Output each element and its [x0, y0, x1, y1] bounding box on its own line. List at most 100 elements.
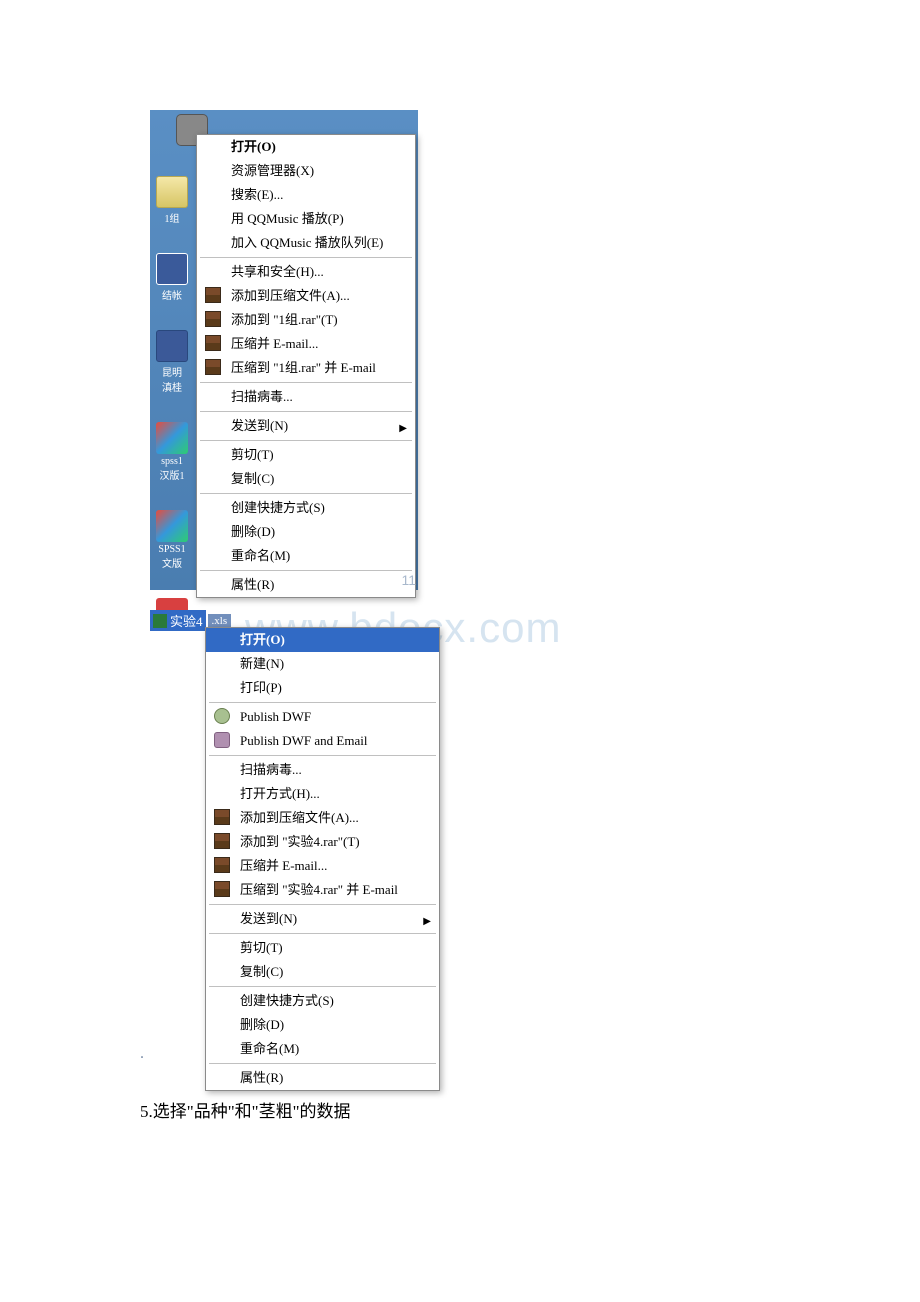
menu2-scan-virus[interactable]: 扫描病毒... [206, 758, 439, 782]
page-content: 1组 结帐 昆明 滇桂 spss1 汉版1 SPSS1 文版 [0, 0, 920, 1122]
menu-scan-virus[interactable]: 扫描病毒... [197, 385, 415, 409]
menu2-add-to-rar[interactable]: 添加到 "实验4.rar"(T) [206, 830, 439, 854]
menu2-create-shortcut[interactable]: 创建快捷方式(S) [206, 989, 439, 1013]
context-menu-2: 打开(O) 新建(N) 打印(P) Publish DWF Publish DW… [205, 627, 440, 1091]
menu2-properties[interactable]: 属性(R) [206, 1066, 439, 1090]
menu2-publish-dwf[interactable]: Publish DWF [206, 705, 439, 729]
dwf-icon [214, 708, 230, 724]
menu-delete[interactable]: 删除(D) [197, 520, 415, 544]
folder-label: 1组 [165, 210, 180, 225]
menu2-send-to[interactable]: 发送到(N) ▶ [206, 907, 439, 931]
menu-qqmusic-queue[interactable]: 加入 QQMusic 播放队列(E) [197, 231, 415, 255]
spss-label-2: SPSS1 文版 [158, 544, 185, 570]
menu2-publish-dwf-email[interactable]: Publish DWF and Email [206, 729, 439, 753]
rar-icon [214, 809, 230, 825]
spss-label-1: spss1 汉版1 [160, 456, 185, 482]
menu-explorer[interactable]: 资源管理器(X) [197, 159, 415, 183]
menu-separator [209, 904, 436, 905]
menu-separator [200, 382, 412, 383]
menu2-cut[interactable]: 剪切(T) [206, 936, 439, 960]
menu-compress-email-label: 压缩并 E-mail... [231, 336, 318, 351]
menu2-publish-dwf-email-label: Publish DWF and Email [240, 733, 367, 748]
menu2-copy[interactable]: 复制(C) [206, 960, 439, 984]
menu2-open[interactable]: 打开(O) [206, 628, 439, 652]
spss-desktop-icon-1[interactable]: spss1 汉版1 [152, 422, 192, 482]
folder-icon [156, 176, 188, 208]
menu-compress-to-email[interactable]: 压缩到 "1组.rar" 并 E-mail [197, 356, 415, 380]
menu2-add-to-rar-label: 添加到 "实验4.rar"(T) [240, 834, 360, 849]
menu-add-archive[interactable]: 添加到压缩文件(A)... [197, 284, 415, 308]
menu-rename[interactable]: 重命名(M) [197, 544, 415, 568]
menu2-compress-to-email[interactable]: 压缩到 "实验4.rar" 并 E-mail [206, 878, 439, 902]
menu2-add-archive[interactable]: 添加到压缩文件(A)... [206, 806, 439, 830]
menu-separator [209, 755, 436, 756]
menu2-send-to-label: 发送到(N) [240, 911, 297, 926]
menu2-add-archive-label: 添加到压缩文件(A)... [240, 810, 359, 825]
menu2-compress-email-label: 压缩并 E-mail... [240, 858, 327, 873]
menu2-open-with[interactable]: 打开方式(H)... [206, 782, 439, 806]
folder-desktop-icon[interactable]: 1组 [152, 176, 192, 225]
dwf-email-icon [214, 732, 230, 748]
menu-send-to[interactable]: 发送到(N) ▶ [197, 414, 415, 438]
menu-compress-email[interactable]: 压缩并 E-mail... [197, 332, 415, 356]
menu2-compress-email[interactable]: 压缩并 E-mail... [206, 854, 439, 878]
menu-separator [200, 570, 412, 571]
menu-share[interactable]: 共享和安全(H)... [197, 260, 415, 284]
menu2-print[interactable]: 打印(P) [206, 676, 439, 700]
menu-qqmusic-play[interactable]: 用 QQMusic 播放(P) [197, 207, 415, 231]
rar-icon [205, 311, 221, 327]
menu-properties[interactable]: 属性(R) [197, 573, 415, 597]
stats-icon-2 [156, 510, 188, 542]
menu-copy[interactable]: 复制(C) [197, 467, 415, 491]
spss-desktop-icon-2[interactable]: SPSS1 文版 [152, 510, 192, 570]
menu-separator [209, 702, 436, 703]
xls-icon [153, 614, 167, 628]
menu2-compress-to-email-label: 压缩到 "实验4.rar" 并 E-mail [240, 882, 398, 897]
rar-icon [205, 287, 221, 303]
shortcut-label: 结帐 [162, 287, 182, 302]
rar-icon [214, 881, 230, 897]
submenu-arrow-icon: ▶ [399, 420, 407, 438]
stats-icon [156, 422, 188, 454]
menu2-new[interactable]: 新建(N) [206, 652, 439, 676]
submenu-arrow-icon: ▶ [423, 913, 431, 931]
context-menu-1: 打开(O) 资源管理器(X) 搜索(E)... 用 QQMusic 播放(P) … [196, 134, 416, 598]
word-label: 昆明 滇桂 [162, 364, 182, 394]
menu2-rename[interactable]: 重命名(M) [206, 1037, 439, 1061]
rar-icon [214, 857, 230, 873]
instruction-text: 5.选择"品种"和"茎粗"的数据 [140, 1097, 920, 1122]
word-desktop-icon[interactable]: 昆明 滇桂 [152, 330, 192, 394]
file-name: 实验4 [170, 611, 203, 630]
word-icon [156, 330, 188, 362]
camera-icon-row [152, 114, 192, 148]
menu2-delete[interactable]: 删除(D) [206, 1013, 439, 1037]
menu-separator [200, 411, 412, 412]
desktop-icon-column: 1组 结帐 昆明 滇桂 spss1 汉版1 SPSS1 文版 [152, 110, 194, 632]
rar-icon [205, 335, 221, 351]
menu-add-to-rar[interactable]: 添加到 "1组.rar"(T) [197, 308, 415, 332]
menu-separator [209, 986, 436, 987]
menu-open[interactable]: 打开(O) [197, 135, 415, 159]
menu2-publish-dwf-label: Publish DWF [240, 709, 311, 724]
menu-separator [200, 493, 412, 494]
shortcut-desktop-icon[interactable]: 结帐 [152, 253, 192, 302]
file-selected[interactable]: 实验4 [150, 610, 206, 631]
shortcut-icon [156, 253, 188, 285]
menu-separator [200, 257, 412, 258]
file-ext-badge: .xls [208, 614, 232, 628]
menu-compress-to-email-label: 压缩到 "1组.rar" 并 E-mail [231, 360, 376, 375]
menu-search[interactable]: 搜索(E)... [197, 183, 415, 207]
marker-dot: . [140, 1045, 144, 1063]
menu-create-shortcut[interactable]: 创建快捷方式(S) [197, 496, 415, 520]
page-number: 11 [401, 572, 416, 588]
rar-icon [214, 833, 230, 849]
rar-icon [205, 359, 221, 375]
menu-separator [200, 440, 412, 441]
menu-send-to-label: 发送到(N) [231, 418, 288, 433]
desktop-screenshot: 1组 结帐 昆明 滇桂 spss1 汉版1 SPSS1 文版 [150, 110, 418, 590]
menu-separator [209, 1063, 436, 1064]
file-context-screenshot: 实验4 .xls 打开(O) 新建(N) 打印(P) Publish DWF P… [150, 610, 920, 1065]
menu-add-to-rar-label: 添加到 "1组.rar"(T) [231, 312, 338, 327]
menu-add-archive-label: 添加到压缩文件(A)... [231, 288, 350, 303]
menu-cut[interactable]: 剪切(T) [197, 443, 415, 467]
